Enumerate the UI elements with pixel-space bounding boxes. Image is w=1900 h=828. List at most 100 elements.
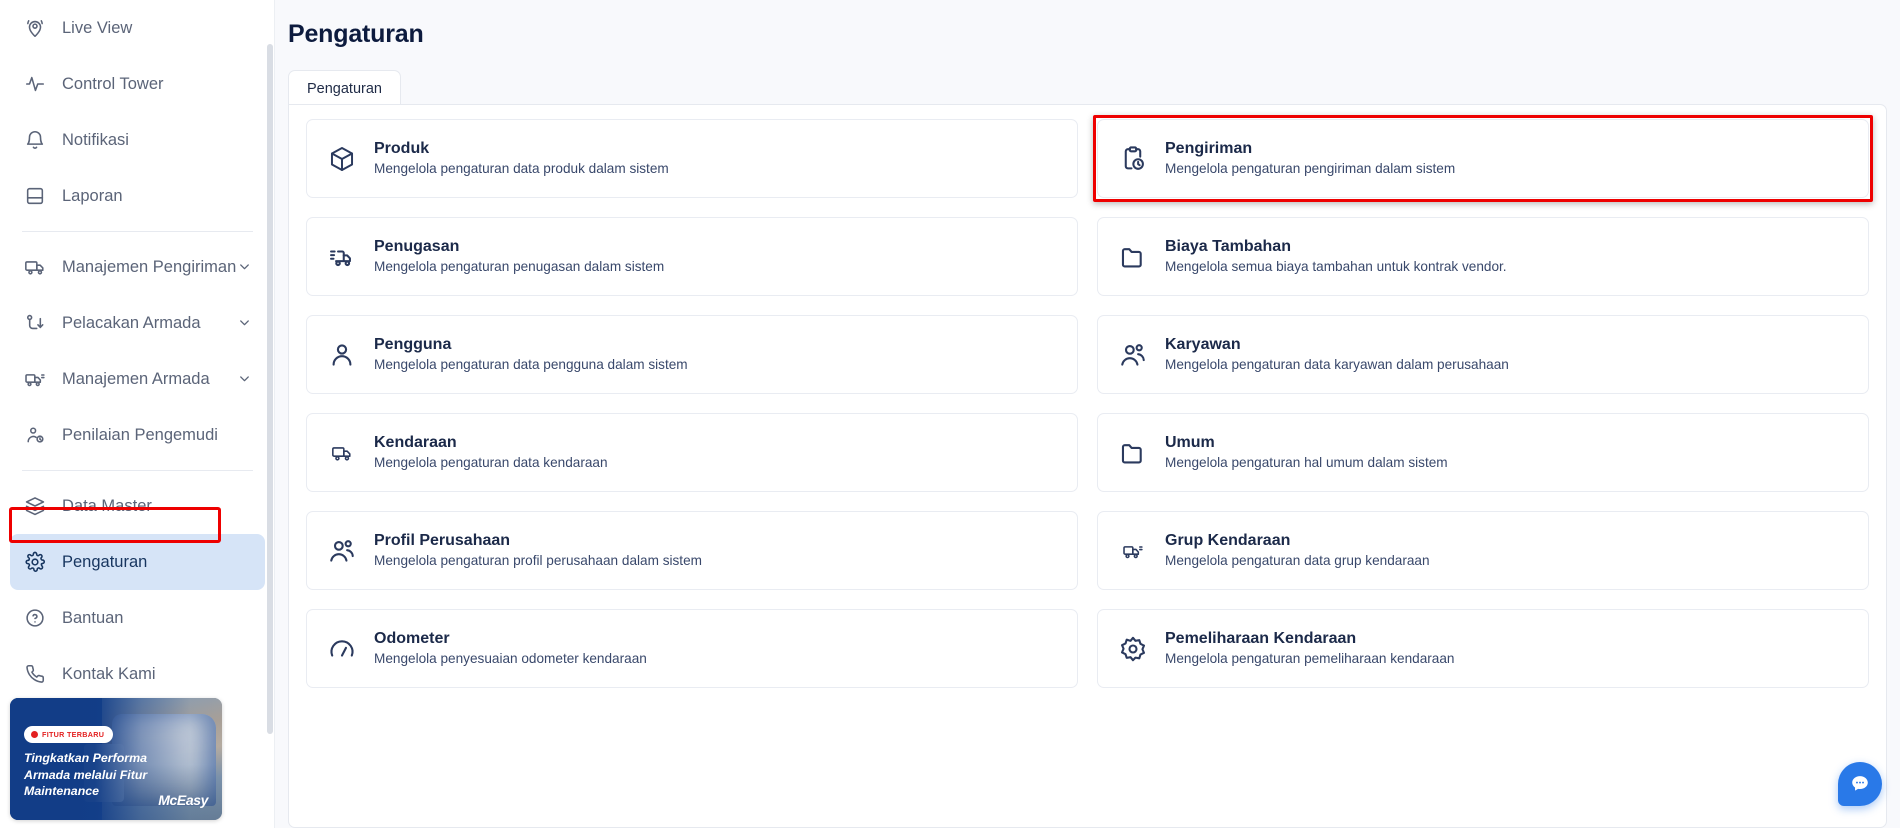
maintenance-gear-icon bbox=[1118, 634, 1148, 664]
settings-card-title: Odometer bbox=[374, 629, 450, 647]
chevron-down-icon[interactable] bbox=[237, 259, 253, 275]
settings-card-title: Pengguna bbox=[374, 335, 452, 353]
settings-card-desc: Mengelola pengaturan data grup kendaraan bbox=[1165, 553, 1430, 569]
activity-icon bbox=[22, 71, 48, 97]
clipboard-clock-icon bbox=[1118, 144, 1148, 174]
settings-card-text: Grup Kendaraan Mengelola pengaturan data … bbox=[1165, 532, 1430, 570]
settings-card-title: Grup Kendaraan bbox=[1165, 531, 1291, 549]
settings-panel: Produk Mengelola pengaturan data produk d… bbox=[288, 104, 1887, 828]
users-icon bbox=[1118, 340, 1148, 370]
chat-fab-button[interactable] bbox=[1838, 762, 1882, 806]
settings-card-desc: Mengelola pengaturan profil perusahaan d… bbox=[374, 553, 702, 569]
driver-rating-icon bbox=[22, 422, 48, 448]
promo-logo: McEasy bbox=[158, 792, 208, 808]
chat-bubble-icon bbox=[1852, 776, 1868, 791]
promo-title: Tingkatkan Performa Armada melalui Fitur… bbox=[24, 751, 148, 798]
settings-card-grup-kendaraan[interactable]: Grup Kendaraan Mengelola pengaturan data … bbox=[1097, 511, 1869, 590]
settings-card-title: Pengiriman bbox=[1165, 139, 1253, 157]
sidebar-item-penilaian-pengemudi[interactable]: Penilaian Pengemudi bbox=[10, 407, 265, 463]
sidebar-item-laporan[interactable]: Laporan bbox=[10, 168, 265, 224]
settings-card-text: Profil Perusahaan Mengelola pengaturan pr… bbox=[374, 532, 702, 570]
settings-card-title: Profil Perusahaan bbox=[374, 531, 511, 549]
delivery-truck-icon bbox=[327, 242, 357, 272]
sidebar-item-data-master[interactable]: Data Master bbox=[10, 478, 265, 534]
bell-icon bbox=[22, 127, 48, 153]
sidebar-item-kontak-kami[interactable]: Kontak Kami bbox=[10, 646, 265, 702]
folder-icon bbox=[1118, 438, 1148, 468]
sidebar-item-manajemen-pengiriman[interactable]: Manajemen Pengiriman bbox=[10, 239, 265, 295]
settings-card-desc: Mengelola pengaturan data karyawan dalam… bbox=[1165, 357, 1509, 373]
sidebar-item-label: Manajemen Armada bbox=[62, 369, 210, 388]
user-icon bbox=[327, 340, 357, 370]
question-circle-icon bbox=[22, 605, 48, 631]
sidebar-item-live-view[interactable]: Live View bbox=[10, 0, 265, 56]
promo-banner[interactable]: FITUR TERBARU Tingkatkan Performa Armada… bbox=[10, 698, 222, 820]
sidebar-item-bantuan[interactable]: Bantuan bbox=[10, 590, 265, 646]
chevron-down-icon[interactable] bbox=[237, 371, 253, 387]
settings-card-desc: Mengelola semua biaya tambahan untuk kon… bbox=[1165, 259, 1507, 275]
settings-card-desc: Mengelola pengaturan data pengguna dalam… bbox=[374, 357, 688, 373]
settings-card-karyawan[interactable]: Karyawan Mengelola pengaturan data karyaw… bbox=[1097, 315, 1869, 394]
settings-card-odometer[interactable]: Odometer Mengelola penyesuaian odometer k… bbox=[306, 609, 1078, 688]
gauge-icon bbox=[327, 634, 357, 664]
settings-card-desc: Mengelola penyesuaian odometer kendaraan bbox=[374, 651, 647, 667]
settings-card-produk[interactable]: Produk Mengelola pengaturan data produk d… bbox=[306, 119, 1078, 198]
app-root: Live View Control Tower Notifikasi Laporan M… bbox=[0, 0, 1900, 828]
sidebar-item-label: Control Tower bbox=[62, 74, 164, 93]
settings-card-desc: Mengelola pengaturan pengiriman dalam si… bbox=[1165, 161, 1456, 177]
sidebar-item-label: Live View bbox=[62, 18, 133, 37]
settings-card-pemeliharaan-kendaraan[interactable]: Pemeliharaan Kendaraan Mengelola pengatur… bbox=[1097, 609, 1869, 688]
box-icon bbox=[327, 144, 357, 174]
sidebar-item-manajemen-armada[interactable]: Manajemen Armada bbox=[10, 351, 265, 407]
folder-icon bbox=[1118, 242, 1148, 272]
sidebar-item-label: Laporan bbox=[62, 186, 123, 205]
settings-card-title: Biaya Tambahan bbox=[1165, 237, 1291, 255]
sidebar-item-label: Notifikasi bbox=[62, 130, 129, 149]
settings-card-biaya-tambahan[interactable]: Biaya Tambahan Mengelola semua biaya tamb… bbox=[1097, 217, 1869, 296]
sidebar-item-label: Pelacakan Armada bbox=[62, 313, 201, 332]
sidebar-item-label: Data Master bbox=[62, 496, 152, 515]
settings-card-text: Biaya Tambahan Mengelola semua biaya tamb… bbox=[1165, 238, 1507, 276]
settings-card-grid: Produk Mengelola pengaturan data produk d… bbox=[306, 115, 1873, 688]
truck-icon bbox=[327, 438, 357, 468]
sidebar: Live View Control Tower Notifikasi Laporan M… bbox=[0, 0, 275, 828]
settings-card-text: Pengguna Mengelola pengaturan data penggu… bbox=[374, 336, 688, 374]
truck-icon bbox=[22, 254, 48, 280]
settings-card-profil-perusahaan[interactable]: Profil Perusahaan Mengelola pengaturan pr… bbox=[306, 511, 1078, 590]
phone-icon bbox=[22, 661, 48, 687]
users-icon bbox=[327, 536, 357, 566]
promo-dot-icon bbox=[31, 731, 38, 738]
sidebar-item-label: Kontak Kami bbox=[62, 664, 156, 683]
sidebar-item-pengaturan[interactable]: Pengaturan bbox=[10, 534, 265, 590]
sidebar-item-control-tower[interactable]: Control Tower bbox=[10, 56, 265, 112]
page-title: Pengaturan bbox=[288, 20, 424, 48]
tab-bar: Pengaturan bbox=[288, 70, 1900, 108]
settings-card-pengiriman[interactable]: Pengiriman Mengelola pengaturan pengirima… bbox=[1093, 115, 1873, 202]
promo-badge: FITUR TERBARU bbox=[24, 726, 114, 743]
sidebar-divider bbox=[22, 231, 253, 232]
settings-card-text: Pemeliharaan Kendaraan Mengelola pengatur… bbox=[1165, 630, 1454, 668]
live-view-icon bbox=[22, 15, 48, 41]
chevron-down-icon[interactable] bbox=[237, 315, 253, 331]
settings-card-desc: Mengelola pengaturan data produk dalam s… bbox=[374, 161, 669, 177]
promo-badge-label: FITUR TERBARU bbox=[42, 730, 105, 739]
sidebar-scrollbar[interactable] bbox=[267, 44, 273, 734]
tab-pengaturan[interactable]: Pengaturan bbox=[288, 70, 401, 108]
settings-card-text: Karyawan Mengelola pengaturan data karyaw… bbox=[1165, 336, 1509, 374]
sidebar-item-label: Bantuan bbox=[62, 608, 124, 627]
settings-card-pengguna[interactable]: Pengguna Mengelola pengaturan data penggu… bbox=[306, 315, 1078, 394]
main-content: Pengaturan Pengaturan Produk Mengelola pe… bbox=[275, 0, 1900, 828]
settings-card-text: Produk Mengelola pengaturan data produk d… bbox=[374, 140, 669, 178]
settings-card-umum[interactable]: Umum Mengelola pengaturan hal umum dalam … bbox=[1097, 413, 1869, 492]
settings-card-text: Pengiriman Mengelola pengaturan pengirima… bbox=[1165, 140, 1455, 178]
sidebar-item-notifikasi[interactable]: Notifikasi bbox=[10, 112, 265, 168]
settings-card-desc: Mengelola pengaturan pemeliharaan kendar… bbox=[1165, 651, 1455, 667]
settings-card-title: Pemeliharaan Kendaraan bbox=[1165, 629, 1357, 647]
settings-card-title: Umum bbox=[1165, 433, 1215, 451]
settings-card-text: Umum Mengelola pengaturan hal umum dalam … bbox=[1165, 434, 1448, 472]
settings-card-kendaraan[interactable]: Kendaraan Mengelola pengaturan data kenda… bbox=[306, 413, 1078, 492]
sidebar-item-label: Penilaian Pengemudi bbox=[62, 425, 218, 444]
settings-card-text: Kendaraan Mengelola pengaturan data kenda… bbox=[374, 434, 608, 472]
settings-card-penugasan[interactable]: Penugasan Mengelola pengaturan penugasan … bbox=[306, 217, 1078, 296]
sidebar-item-pelacakan-armada[interactable]: Pelacakan Armada bbox=[10, 295, 265, 351]
